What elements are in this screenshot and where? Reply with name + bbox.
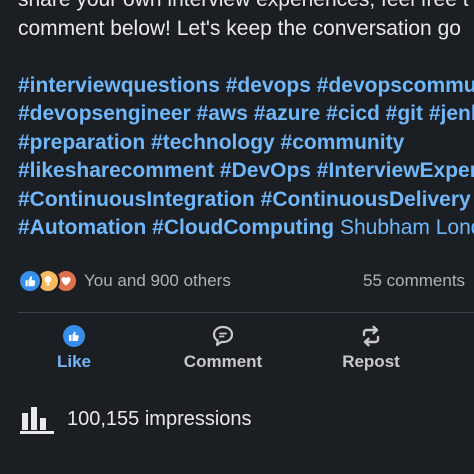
hashtag-line[interactable]: #likesharecomment #DevOps #InterviewExpe… — [18, 157, 474, 186]
social-counts: You and 900 others 55 comments — [18, 266, 474, 296]
like-label: Like — [56, 352, 92, 371]
hashtag-line[interactable]: #ContinuousIntegration #ContinuousDelive… — [18, 186, 474, 215]
post-text-line: share your own interview experiences, fe… — [18, 0, 474, 15]
repost-label: Repost — [342, 352, 400, 371]
comment-button[interactable]: Comment — [168, 322, 278, 378]
comment-icon — [211, 324, 235, 348]
hashtag-line[interactable]: #devopsengineer #aws #azure #cicd #git #… — [18, 100, 474, 129]
hashtag-line[interactable]: #Automation #CloudComputing — [18, 216, 334, 239]
repost-icon — [359, 324, 383, 348]
like-icon — [62, 324, 86, 348]
post-actions-bar: Like Comment Repost — [0, 322, 474, 382]
reaction-icons[interactable] — [18, 269, 82, 293]
post-screen: share your own interview experiences, fe… — [0, 0, 474, 474]
impressions-count: 100,155 impressions — [67, 408, 252, 430]
hashtag-line[interactable]: #preparation #technology #community — [18, 129, 474, 158]
post-text-line: comment below! Let's keep the conversati… — [18, 16, 461, 40]
analytics-bar-chart-icon — [20, 405, 54, 435]
divider — [18, 312, 474, 313]
hashtag-line[interactable]: #interviewquestions #devops #devopscommu… — [18, 72, 474, 101]
comment-label: Comment — [183, 352, 263, 371]
post-text: share your own interview experiences, fe… — [18, 0, 474, 243]
reactions-count[interactable]: You and 900 others — [84, 271, 231, 291]
hashtag-author-line: #Automation #CloudComputing Shubham Lond — [18, 214, 474, 243]
author-mention-link[interactable]: Shubham Lond — [340, 216, 474, 239]
comments-count[interactable]: 55 comments — [363, 271, 465, 291]
repost-button[interactable]: Repost — [316, 322, 426, 378]
like-reaction-icon — [18, 269, 42, 293]
like-button[interactable]: Like — [19, 322, 129, 378]
